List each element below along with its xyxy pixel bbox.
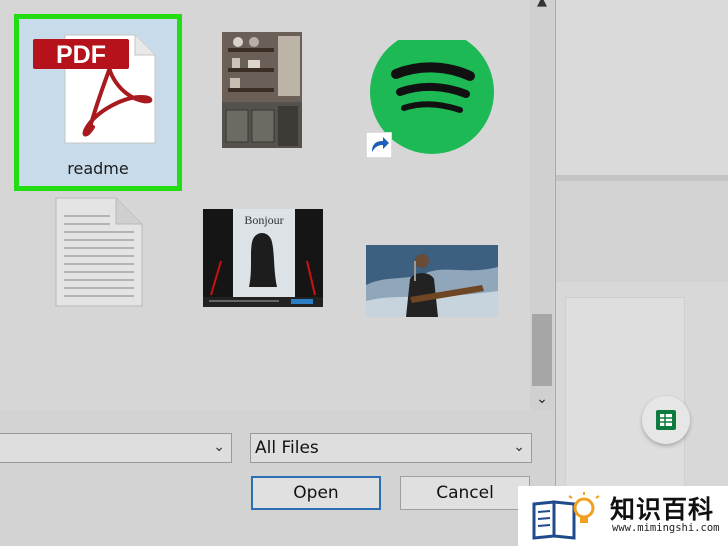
file-item-bonjour-image[interactable]: Bonjour [203, 209, 323, 307]
scrollbar-thumb[interactable] [532, 314, 552, 386]
watermark-name: 知识百科 [610, 495, 715, 524]
image-thumbnail [366, 245, 498, 317]
cancel-button[interactable]: Cancel [400, 476, 530, 510]
watermark: 知识百科 www.mimingshi.com [518, 486, 728, 546]
chevron-down-icon[interactable]: ⌄ [213, 439, 225, 455]
pdf-file-icon: PDF [33, 34, 156, 144]
slide-title-text: Bonjour [244, 213, 284, 227]
spreadsheet-icon [656, 410, 676, 430]
pdf-badge-text: PDF [56, 41, 106, 69]
open-button[interactable]: Open [251, 476, 381, 510]
shortcut-arrow-icon [366, 132, 392, 158]
file-type-filter-value: All Files [255, 438, 319, 458]
book-lightbulb-logo-icon [532, 492, 600, 540]
watermark-url: www.mimingshi.com [612, 522, 720, 534]
file-list-pane: PDF readme Bonjour [0, 0, 530, 410]
file-item-text-document[interactable] [54, 196, 144, 308]
text-document-icon [55, 197, 143, 307]
scroll-up-icon[interactable]: ▲ [530, 0, 554, 12]
file-item-kitchen-image[interactable] [222, 32, 302, 148]
open-file-dialog: PDF readme Bonjour ▲ ⌄ ⌄ All Files ⌄ Ope… [0, 0, 556, 546]
file-name-combobox[interactable]: ⌄ [0, 433, 232, 463]
image-thumbnail [222, 32, 302, 148]
background-window-band [556, 0, 728, 181]
file-item-readme[interactable]: PDF readme [14, 14, 182, 191]
scroll-down-icon[interactable]: ⌄ [530, 390, 554, 408]
chevron-down-icon[interactable]: ⌄ [513, 439, 525, 455]
file-type-filter-select[interactable]: All Files ⌄ [250, 433, 532, 463]
file-item-concert-image[interactable] [366, 245, 498, 317]
file-item-spotify-shortcut[interactable] [366, 30, 498, 160]
sheets-fab-button[interactable] [642, 396, 690, 444]
file-name-label: readme [67, 159, 129, 178]
